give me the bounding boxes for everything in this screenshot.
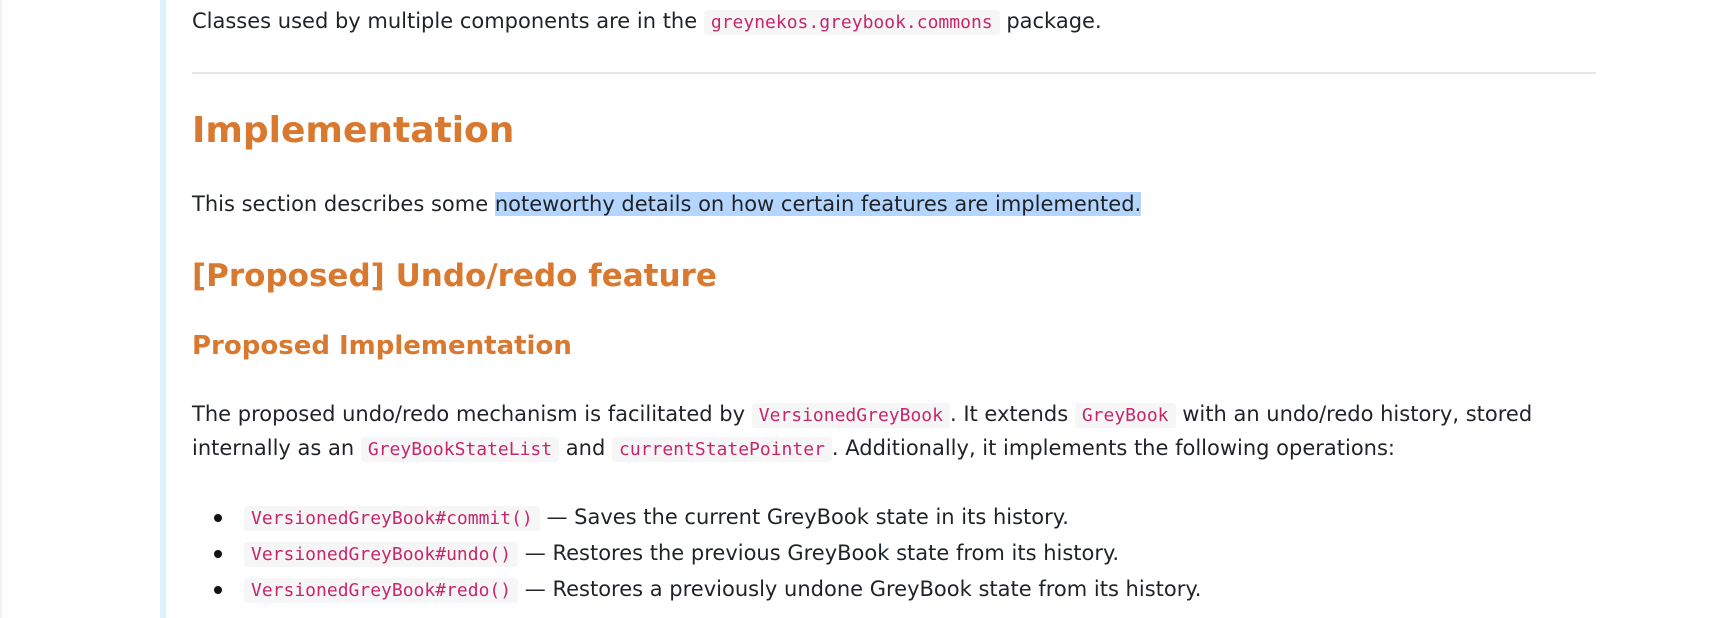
mechanism-text-a: The proposed undo/redo mechanism is faci… (192, 402, 746, 426)
list-item: VersionedGreyBook#undo() — Restores the … (192, 536, 1201, 572)
list-item: VersionedGreyBook#redo() — Restores a pr… (192, 572, 1201, 608)
state-list-code: GreyBookStateList (360, 437, 560, 462)
bullet-icon (214, 586, 222, 594)
redo-description: — Restores a previously undone GreyBook … (524, 577, 1202, 601)
list-item: VersionedGreyBook#commit() — Saves the c… (192, 500, 1201, 536)
operations-list: VersionedGreyBook#commit() — Saves the c… (192, 500, 1201, 608)
implementation-text: This section describes some (192, 192, 495, 216)
commit-description: — Saves the current GreyBook state in it… (546, 505, 1069, 529)
commons-text-after: package. (1006, 9, 1102, 33)
commons-text-before: Classes used by multiple components are … (192, 9, 698, 33)
commit-code: VersionedGreyBook#commit() (244, 506, 540, 531)
greybook-code: GreyBook (1074, 403, 1176, 428)
undo-redo-heading: [Proposed] Undo/redo feature (192, 258, 717, 294)
page-edge (0, 0, 2, 618)
state-pointer-code: currentStatePointer (612, 437, 832, 462)
bullet-icon (214, 550, 222, 558)
content-left-border (160, 0, 166, 618)
section-divider (192, 72, 1596, 74)
proposed-implementation-heading: Proposed Implementation (192, 331, 572, 361)
selected-text[interactable]: noteworthy details on how certain featur… (494, 192, 1142, 216)
implementation-paragraph: This section describes some noteworthy d… (192, 188, 1142, 220)
undo-code: VersionedGreyBook#undo() (244, 542, 519, 567)
mechanism-text-e: . Additionally, it implements the follow… (831, 436, 1396, 460)
commons-paragraph: Classes used by multiple components are … (192, 5, 1102, 39)
implementation-heading: Implementation (192, 110, 515, 151)
mechanism-paragraph: The proposed undo/redo mechanism is faci… (192, 398, 1597, 466)
versioned-greybook-code: VersionedGreyBook (751, 403, 950, 428)
commons-package-code: greynekos.greybook.commons (703, 10, 1000, 35)
redo-code: VersionedGreyBook#redo() (244, 578, 519, 603)
mechanism-text-b: . It extends (949, 402, 1069, 426)
mechanism-text-d: and (565, 436, 606, 460)
undo-description: — Restores the previous GreyBook state f… (524, 541, 1120, 565)
bullet-icon (214, 514, 222, 522)
